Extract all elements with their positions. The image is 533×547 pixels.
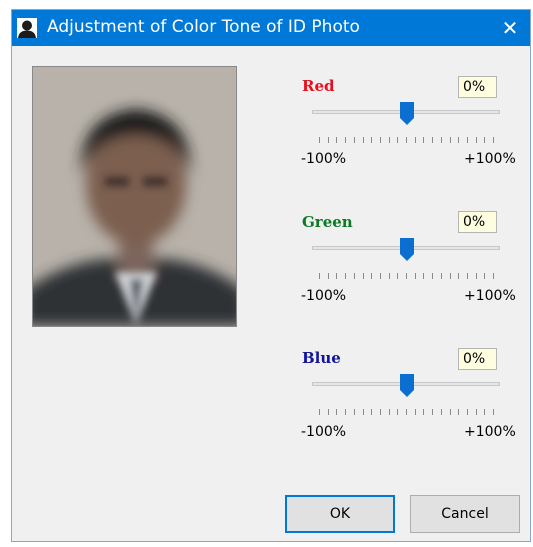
dialog-window: Adjustment of Color Tone of ID Photo ✕ R…: [11, 9, 531, 542]
cancel-button[interactable]: Cancel: [410, 495, 520, 533]
close-icon: ✕: [501, 16, 519, 40]
ok-button[interactable]: OK: [285, 495, 395, 533]
red-slider-thumb[interactable]: [400, 102, 414, 125]
window-title: Adjustment of Color Tone of ID Photo: [47, 17, 360, 37]
red-min-label: -100%: [301, 151, 347, 167]
red-label: Red: [302, 77, 335, 95]
green-label: Green: [302, 213, 353, 231]
green-slider-thumb[interactable]: [400, 238, 414, 261]
blue-slider-ticks: [319, 400, 494, 415]
green-max-label: +100%: [464, 288, 516, 304]
blue-max-label: +100%: [464, 424, 516, 440]
blue-label: Blue: [302, 349, 341, 367]
title-bar[interactable]: Adjustment of Color Tone of ID Photo ✕: [12, 10, 530, 46]
red-value-field[interactable]: 0%: [458, 76, 497, 98]
blue-min-label: -100%: [301, 424, 347, 440]
red-slider-ticks: [319, 128, 494, 143]
id-photo-preview: [32, 66, 237, 327]
green-min-label: -100%: [301, 288, 347, 304]
red-max-label: +100%: [464, 151, 516, 167]
user-silhouette-icon: [17, 18, 37, 38]
blue-slider-thumb[interactable]: [400, 374, 414, 397]
green-value-field[interactable]: 0%: [458, 211, 497, 233]
blue-value-field[interactable]: 0%: [458, 348, 497, 370]
close-button[interactable]: ✕: [496, 14, 524, 42]
green-slider-ticks: [319, 264, 494, 279]
